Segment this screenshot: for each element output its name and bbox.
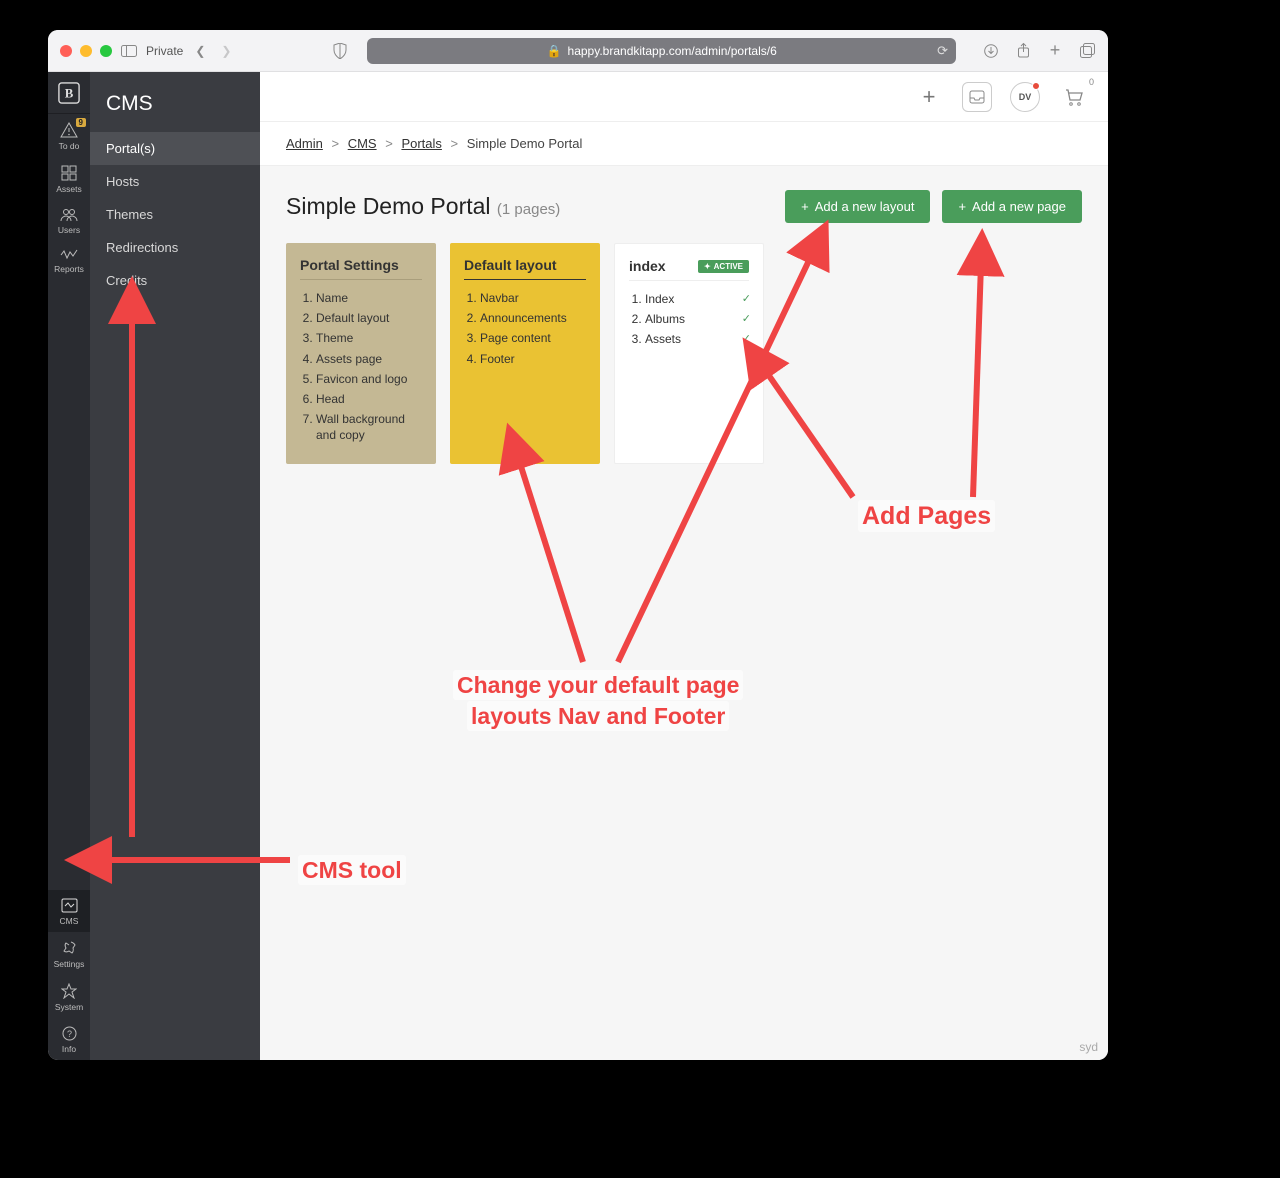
cart-icon[interactable]: 0 bbox=[1058, 82, 1088, 112]
plus-icon: + bbox=[958, 199, 966, 214]
traffic-lights bbox=[60, 45, 112, 57]
forward-icon[interactable]: ❯ bbox=[217, 42, 235, 60]
card-title: Default layout bbox=[464, 257, 586, 280]
content: Simple Demo Portal (1 pages) + Add a new… bbox=[260, 166, 1108, 488]
sidebar-item-hosts[interactable]: Hosts bbox=[90, 165, 260, 198]
cart-count: 0 bbox=[1089, 77, 1094, 87]
check-circle-icon: ✦ bbox=[704, 262, 711, 271]
sidebar-item-reports[interactable]: Reports bbox=[48, 241, 90, 280]
sidebar-item-settings[interactable]: Settings bbox=[48, 932, 90, 975]
add-page-button[interactable]: + Add a new page bbox=[942, 190, 1082, 223]
url-text: happy.brandkitapp.com/admin/portals/6 bbox=[568, 44, 777, 58]
shield-icon[interactable] bbox=[331, 42, 349, 60]
minimize-window-icon[interactable] bbox=[80, 45, 92, 57]
default-layout-card[interactable]: Default layout Navbar Announcements Page… bbox=[450, 243, 600, 464]
back-icon[interactable]: ❮ bbox=[191, 42, 209, 60]
footer-brand: syd bbox=[1079, 1040, 1098, 1054]
sidebar-item-users[interactable]: Users bbox=[48, 200, 90, 241]
crumb-cms[interactable]: CMS bbox=[348, 136, 377, 151]
primary-sidebar: B 9 To do Assets Users Reports bbox=[48, 72, 90, 1060]
tabs-icon[interactable] bbox=[1078, 42, 1096, 60]
avatar[interactable]: DV bbox=[1010, 82, 1040, 112]
list-item[interactable]: Theme bbox=[316, 330, 422, 346]
list-item[interactable]: Albums✓ bbox=[645, 311, 749, 327]
sidebar-item-themes[interactable]: Themes bbox=[90, 198, 260, 231]
page-header: Simple Demo Portal (1 pages) + Add a new… bbox=[286, 190, 1082, 223]
topbar: + DV 0 bbox=[260, 72, 1108, 122]
sidebar-item-cms[interactable]: CMS bbox=[48, 890, 90, 932]
share-icon[interactable] bbox=[1014, 42, 1032, 60]
add-icon[interactable]: + bbox=[914, 82, 944, 112]
card-title: index ✦ ACTIVE bbox=[629, 258, 749, 281]
sidebar-section-title: CMS bbox=[90, 72, 260, 132]
list-item[interactable]: Footer bbox=[480, 351, 586, 367]
sidebar-item-info[interactable]: ? Info bbox=[48, 1018, 90, 1060]
brand-logo[interactable]: B bbox=[48, 72, 90, 114]
crumb-current: Simple Demo Portal bbox=[467, 136, 583, 151]
app-body: B 9 To do Assets Users Reports bbox=[48, 72, 1108, 1060]
new-tab-icon[interactable]: + bbox=[1046, 42, 1064, 60]
list-item[interactable]: Index✓ bbox=[645, 291, 749, 307]
crumb-portals[interactable]: Portals bbox=[401, 136, 441, 151]
browser-window: Private ❮ ❯ 🔒 happy.brandkitapp.com/admi… bbox=[48, 30, 1108, 1060]
list-item[interactable]: Head bbox=[316, 391, 422, 407]
sidebar-item-portals[interactable]: Portal(s) bbox=[90, 132, 260, 165]
index-card[interactable]: index ✦ ACTIVE Index✓ Albums✓ Assets✓ bbox=[614, 243, 764, 464]
todo-badge: 9 bbox=[76, 118, 86, 127]
sidebar-item-assets[interactable]: Assets bbox=[48, 157, 90, 200]
fullscreen-window-icon[interactable] bbox=[100, 45, 112, 57]
sidebar-toggle-icon[interactable] bbox=[120, 42, 138, 60]
cards-row: Portal Settings Name Default layout Them… bbox=[286, 243, 1082, 464]
list-item[interactable]: Announcements bbox=[480, 310, 586, 326]
secondary-sidebar: CMS Portal(s) Hosts Themes Redirections … bbox=[90, 72, 260, 1060]
download-icon[interactable] bbox=[982, 42, 1000, 60]
check-icon: ✓ bbox=[742, 332, 751, 347]
active-badge: ✦ ACTIVE bbox=[698, 260, 749, 273]
svg-text:?: ? bbox=[66, 1029, 71, 1039]
list-item[interactable]: Default layout bbox=[316, 310, 422, 326]
list-item[interactable]: Favicon and logo bbox=[316, 371, 422, 387]
list-item[interactable]: Name bbox=[316, 290, 422, 306]
inbox-icon[interactable] bbox=[962, 82, 992, 112]
sidebar-item-redirections[interactable]: Redirections bbox=[90, 231, 260, 264]
page-title: Simple Demo Portal (1 pages) bbox=[286, 193, 560, 220]
breadcrumb: Admin > CMS > Portals > Simple Demo Port… bbox=[260, 122, 1108, 166]
browser-chrome: Private ❮ ❯ 🔒 happy.brandkitapp.com/admi… bbox=[48, 30, 1108, 72]
list-item[interactable]: Page content bbox=[480, 330, 586, 346]
svg-text:B: B bbox=[65, 86, 74, 100]
list-item[interactable]: Assets✓ bbox=[645, 331, 749, 347]
check-icon: ✓ bbox=[742, 312, 751, 327]
main-area: + DV 0 Admin > CMS > Portals > bbox=[260, 72, 1108, 1060]
list-item[interactable]: Assets page bbox=[316, 351, 422, 367]
close-window-icon[interactable] bbox=[60, 45, 72, 57]
private-label: Private bbox=[146, 44, 183, 58]
sidebar-item-todo[interactable]: 9 To do bbox=[48, 114, 90, 157]
refresh-icon[interactable]: ⟳ bbox=[937, 43, 948, 59]
plus-icon: + bbox=[801, 199, 809, 214]
list-item[interactable]: Wall background and copy bbox=[316, 411, 422, 443]
lock-icon: 🔒 bbox=[547, 44, 562, 58]
card-title: Portal Settings bbox=[300, 257, 422, 280]
sidebar-item-system[interactable]: System bbox=[48, 975, 90, 1018]
notification-dot-icon bbox=[1032, 82, 1040, 90]
crumb-admin[interactable]: Admin bbox=[286, 136, 323, 151]
url-bar[interactable]: 🔒 happy.brandkitapp.com/admin/portals/6 … bbox=[367, 38, 956, 64]
list-item[interactable]: Navbar bbox=[480, 290, 586, 306]
sidebar-item-credits[interactable]: Credits bbox=[90, 264, 260, 297]
add-layout-button[interactable]: + Add a new layout bbox=[785, 190, 930, 223]
portal-settings-card[interactable]: Portal Settings Name Default layout Them… bbox=[286, 243, 436, 464]
check-icon: ✓ bbox=[742, 292, 751, 307]
